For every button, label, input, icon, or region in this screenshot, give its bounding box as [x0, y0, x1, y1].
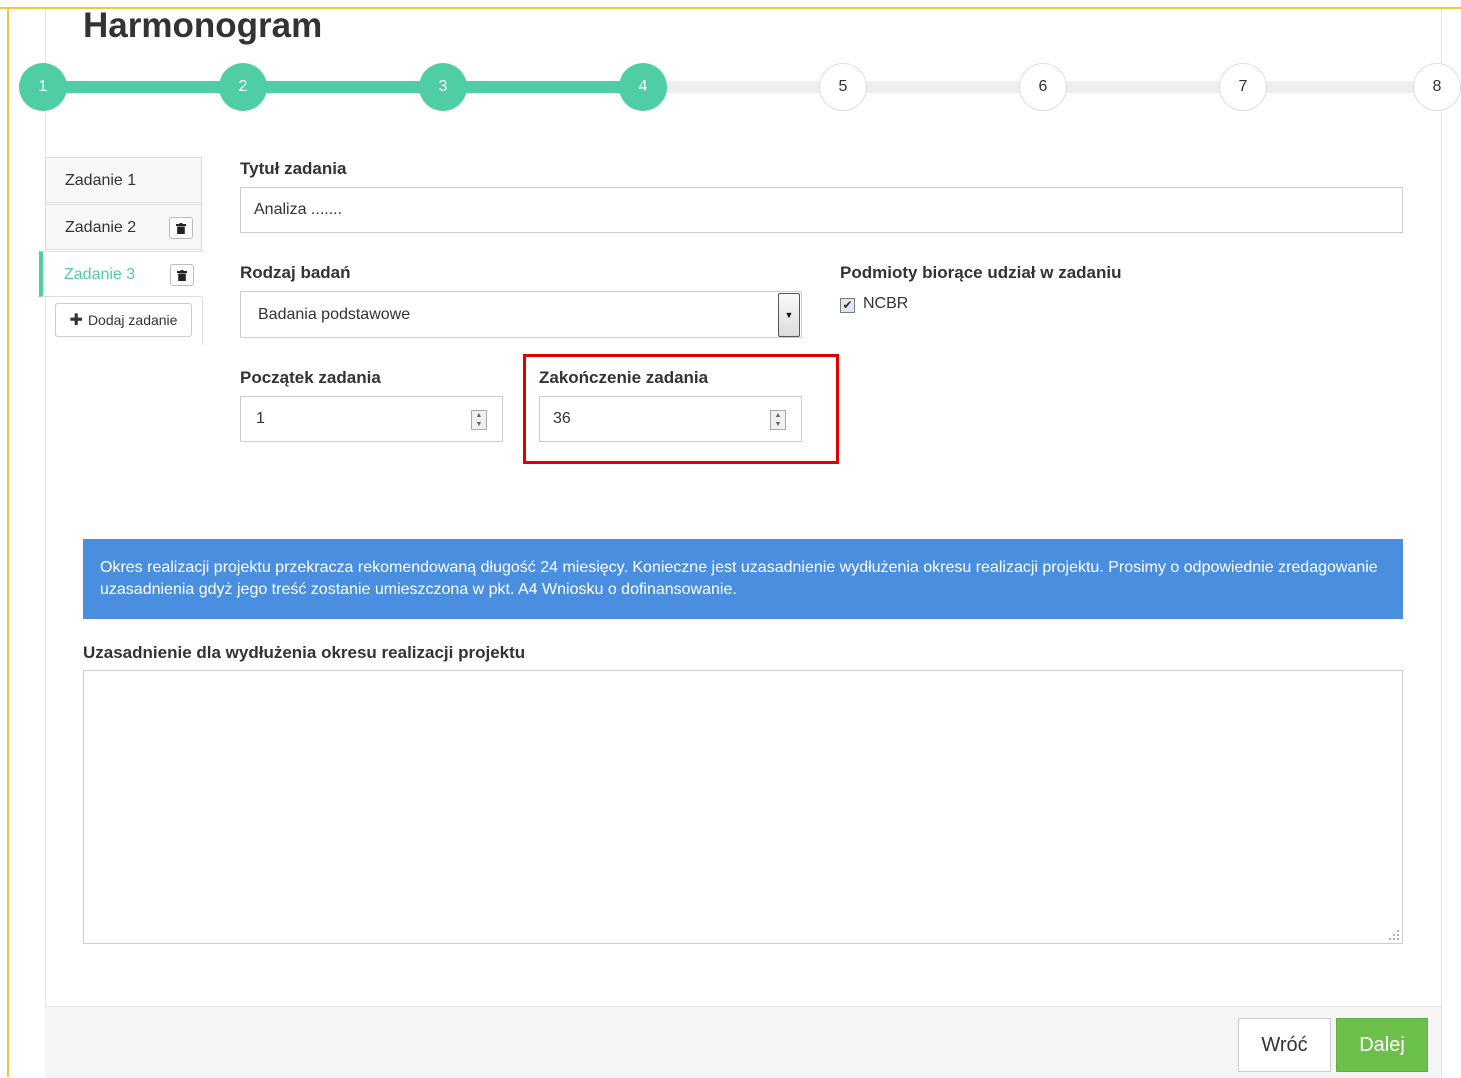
add-task-button[interactable]: ✚ Dodaj zadanie — [55, 303, 192, 337]
tab-label: Zadanie 2 — [65, 219, 137, 236]
research-type-select[interactable]: Badania podstawowe ▼ — [240, 291, 802, 338]
step-5[interactable]: 5 — [819, 63, 867, 111]
add-task-label: Dodaj zadanie — [87, 312, 178, 328]
tab-zadanie-1[interactable]: Zadanie 1 — [45, 157, 202, 203]
plus-icon: ✚ — [69, 312, 83, 329]
footer-bar — [45, 1006, 1441, 1078]
ncbr-checkbox[interactable]: ✔ — [840, 298, 855, 313]
participants-label: Podmioty biorące udział w zadaniu — [840, 263, 1122, 282]
task-title-input[interactable]: Analiza ....... — [240, 187, 1403, 233]
info-alert: Okres realizacji projektu przekracza rek… — [83, 539, 1403, 619]
frame-border-left — [7, 7, 9, 1077]
info-alert-text: Okres realizacji projektu przekracza rek… — [100, 559, 1378, 598]
page-title: Harmonogram — [83, 6, 323, 45]
ncbr-checkbox-label: NCBR — [863, 295, 909, 312]
tab-zadanie-3[interactable]: Zadanie 3 — [39, 251, 202, 297]
spinner-icon[interactable]: ▲ ▼ — [471, 410, 487, 430]
trash-icon[interactable] — [169, 217, 193, 239]
resize-handle-icon[interactable] — [1386, 927, 1400, 941]
tab-label: Zadanie 1 — [65, 172, 137, 189]
start-label: Początek zadania — [240, 368, 381, 387]
task-title-value: Analiza ....... — [254, 201, 343, 218]
add-task-wrapper: ✚ Dodaj zadanie — [45, 297, 203, 345]
trash-icon[interactable] — [170, 264, 194, 286]
step-8[interactable]: 8 — [1413, 63, 1461, 111]
chevron-down-icon[interactable]: ▼ — [778, 293, 800, 337]
tab-label: Zadanie 3 — [64, 266, 136, 283]
step-2[interactable]: 2 — [219, 63, 267, 111]
justification-label: Uzasadnienie dla wydłużenia okresu reali… — [83, 643, 526, 662]
back-button[interactable]: Wróć — [1238, 1018, 1331, 1072]
stepper-line-completed — [43, 81, 643, 93]
step-3[interactable]: 3 — [419, 63, 467, 111]
step-1[interactable]: 1 — [19, 63, 67, 111]
step-4[interactable]: 4 — [619, 63, 667, 111]
research-type-label: Rodzaj badań — [240, 263, 351, 282]
start-value: 1 — [256, 410, 265, 427]
start-stepper[interactable]: 1 ▲ ▼ — [240, 396, 503, 442]
task-title-label: Tytuł zadania — [240, 159, 347, 178]
step-6[interactable]: 6 — [1019, 63, 1067, 111]
research-type-value: Badania podstawowe — [258, 305, 411, 323]
annotation-highlight-box — [523, 354, 839, 464]
tab-zadanie-2[interactable]: Zadanie 2 — [45, 204, 202, 250]
justification-textarea[interactable] — [83, 670, 1403, 944]
next-button[interactable]: Dalej — [1336, 1018, 1428, 1072]
step-7[interactable]: 7 — [1219, 63, 1267, 111]
